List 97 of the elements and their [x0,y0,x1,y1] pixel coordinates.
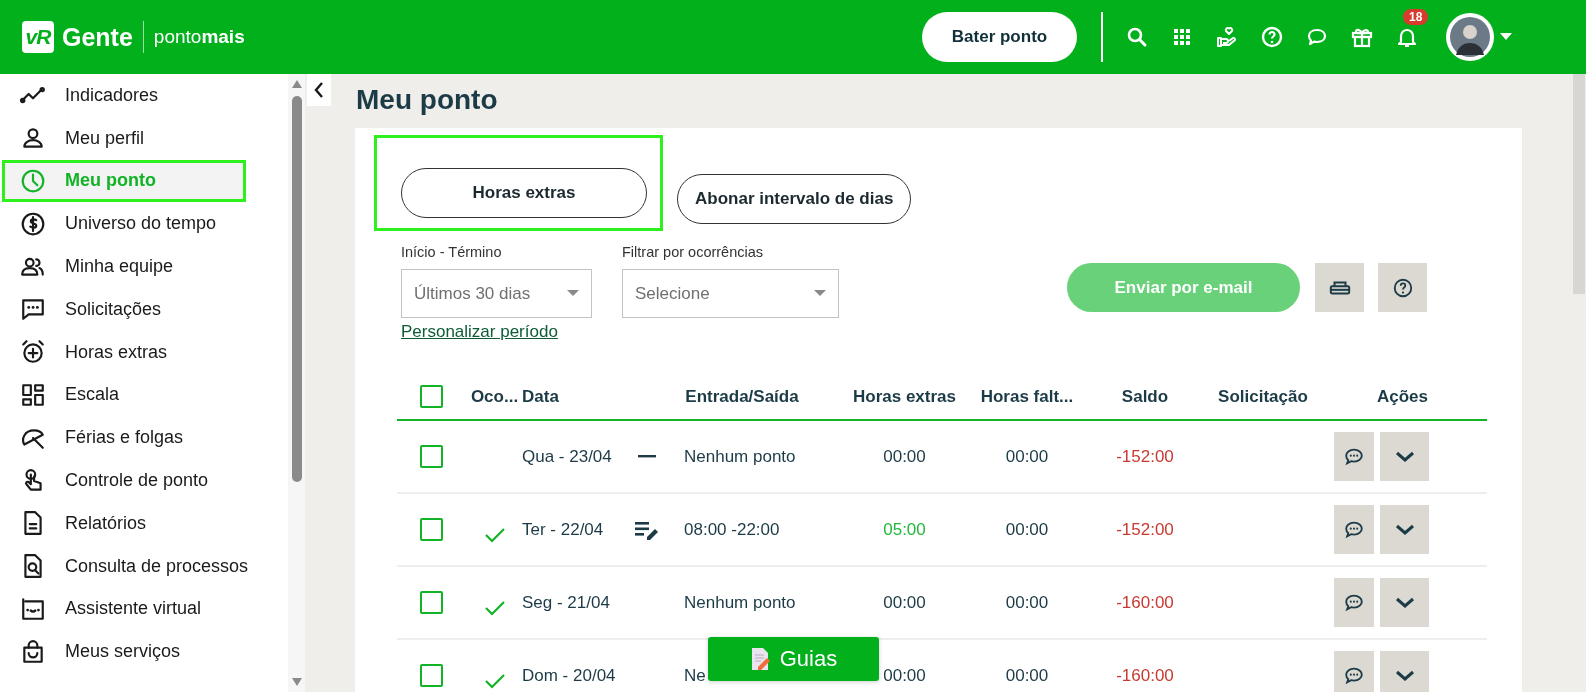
chevron-down-icon [1394,669,1415,682]
column-header: Ações [1377,386,1429,407]
dropdown-caret-icon [567,290,579,297]
search-icon[interactable] [1125,25,1149,49]
heart-hand-icon[interactable] [1215,25,1239,49]
sidebar-item[interactable]: Solicitações [0,288,288,331]
table-cell-text: Dom - 20/04 [522,665,617,686]
expand-button[interactable] [1380,578,1429,627]
table-cell-text: Seg - 21/04 [522,592,611,613]
notification-badge: 18 [1403,9,1429,25]
table-cell: -152:00 [1116,446,1174,467]
table-cell: 00:00 [1005,592,1049,613]
table-cell-text: Ter - 22/04 [522,519,605,540]
chevron-down-icon [1394,596,1415,609]
sidebar-item[interactable]: Meus serviços [0,630,288,674]
alarm-icon [20,339,46,366]
sidebar-item[interactable]: Escala [0,373,288,417]
print-button[interactable] [1315,263,1364,312]
robot-icon [20,595,46,622]
sidebar-item[interactable]: Minha equipe [0,245,288,288]
chevron-down-icon [1394,450,1415,463]
table-cell: -160:00 [1116,592,1174,613]
chat-icon [20,296,46,323]
table-cell: -152:00 [1116,519,1174,540]
table-cell: 00:00 [1005,446,1049,467]
table-cell: 08:00 -22:00 [684,519,780,540]
sidebar-item[interactable]: Meu perfil [0,116,288,160]
help-button[interactable] [1378,263,1427,312]
action-button[interactable]: Horas extras [401,168,647,218]
table-cell: 00:00 [1005,519,1049,540]
sidebar-scrollbar[interactable] [288,74,305,692]
caret-icon[interactable] [1500,33,1512,41]
column-header: Oco... [470,386,519,407]
row-checkbox[interactable] [420,518,443,541]
column-header: Horas extras [853,386,956,407]
expand-button[interactable] [1380,505,1429,554]
expand-button[interactable] [1380,432,1429,481]
row-checkbox[interactable] [420,445,443,468]
table-cell: Nenhum ponto [684,446,796,467]
avatar[interactable] [1446,13,1494,61]
page-title: Meu ponto [356,83,499,117]
expand-button[interactable] [1380,651,1429,692]
collapse-button[interactable] [307,74,331,106]
table-cell: -160:00 [1116,665,1174,686]
sidebar-item[interactable]: Consulta de processos [0,544,288,588]
comment-button[interactable] [1334,432,1374,481]
grid-icon [20,381,46,408]
occurrence-select[interactable]: Selecione [622,269,839,318]
document-pencil-icon [749,647,770,671]
period-select[interactable]: Últimos 30 dias [401,269,592,318]
select-all-checkbox[interactable] [420,385,443,408]
logo-name: Gente [62,22,133,52]
sidebar-item[interactable]: Assistente virtual [0,587,288,631]
help-icon[interactable] [1260,25,1284,49]
sidebar-item[interactable]: Horas extras [0,330,288,374]
row-checkbox[interactable] [420,664,443,687]
bag-icon [20,638,46,665]
field-label: Filtrar por ocorrências [622,244,764,260]
column-header: Solicitação [1218,386,1308,407]
scroll-up-icon[interactable] [291,80,302,88]
column-header: Entrada/Saída [685,386,799,407]
action-button[interactable]: Abonar intervalo de dias [677,174,912,224]
scrollbar-thumb[interactable] [291,96,302,482]
chevron-left-icon [314,82,324,98]
sidebar-item[interactable]: Controle de ponto [0,459,288,502]
comment-button[interactable] [1334,578,1374,627]
column-header: Data [522,386,559,407]
table-cell: 00:00 [1005,665,1049,686]
clock-in-button[interactable]: Bater ponto [922,12,1077,62]
logo-mark: vR [22,21,54,53]
table-cell: 05:00 [883,519,926,540]
comment-button[interactable] [1334,651,1374,692]
product-name: pontomais [153,26,245,48]
edit-list-icon[interactable] [635,519,659,540]
table-cell: Nenhum ponto [684,592,796,613]
column-header: Saldo [1121,386,1169,407]
help-icon [1391,276,1414,299]
table-cell: 00:00 [883,592,926,613]
table-cell-text: Qua - 23/04 [522,446,613,467]
table-cell: Ne [684,665,706,686]
row-checkbox[interactable] [420,591,443,614]
page-scrollbar-thumb[interactable] [1573,74,1585,294]
sidebar-item[interactable]: Universo do tempo [0,202,288,246]
scroll-down-icon[interactable] [291,678,302,686]
table-cell: 00:00 [883,446,926,467]
chevron-down-icon [1394,523,1415,536]
customize-period-link[interactable]: Personalizar período [401,322,592,342]
clock-icon [20,168,46,194]
sidebar-item[interactable]: Férias e folgas [0,416,288,460]
dropdown-caret-icon [814,290,826,297]
table-cell: 00:00 [883,665,926,686]
sidebar-item[interactable]: Relatórios [0,501,288,545]
column-header: Horas falt... [980,386,1074,407]
comment-button[interactable] [1334,505,1374,554]
dollar-icon [20,210,46,237]
sidebar-item[interactable]: Indicadores [0,74,288,117]
field-label: Início - Término [401,244,503,260]
